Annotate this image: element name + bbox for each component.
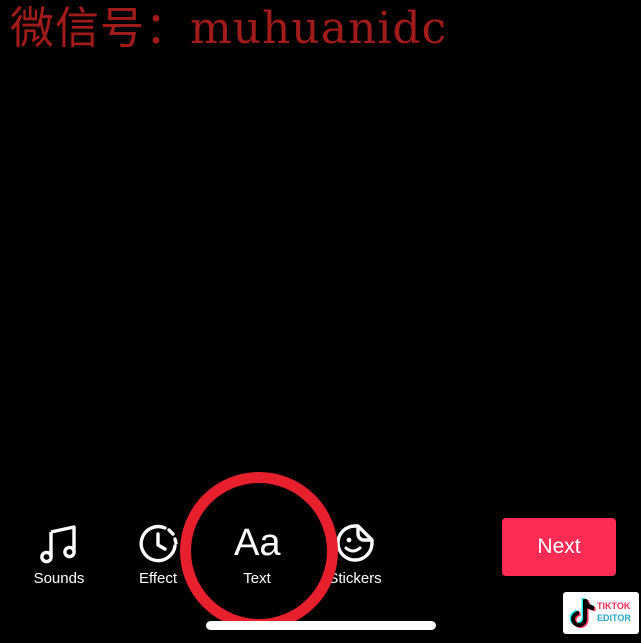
toolbar-label-text: Text	[243, 570, 271, 587]
effects-timer-icon	[135, 520, 181, 566]
text-aa-glyph: Aa	[234, 522, 281, 564]
toolbar-label-stickers: Stickers	[328, 570, 382, 587]
next-button[interactable]: Next	[502, 518, 616, 576]
toolbar-label-sounds: Sounds	[33, 570, 85, 587]
logo-word-top: TIKTOK	[597, 601, 631, 611]
toolbar-item-sounds[interactable]: Sounds	[14, 520, 104, 590]
corner-logo: TIKTOK EDITOR	[563, 592, 639, 634]
music-note-icon	[36, 520, 82, 566]
toolbar-label-effects: Effect	[138, 570, 178, 587]
tiktok-logo-icon	[569, 598, 596, 628]
watermark-text: 微信号：muhuanidc	[10, 3, 448, 54]
sticker-icon	[332, 520, 378, 566]
toolbar-item-text[interactable]: Aa Text	[212, 520, 302, 590]
home-indicator	[206, 621, 436, 630]
logo-word-bottom: EDITOR	[597, 613, 631, 623]
toolbar-item-stickers[interactable]: Stickers	[310, 520, 400, 590]
toolbar-item-effects[interactable]: Effect	[113, 520, 203, 590]
text-aa-icon: Aa	[234, 520, 280, 566]
